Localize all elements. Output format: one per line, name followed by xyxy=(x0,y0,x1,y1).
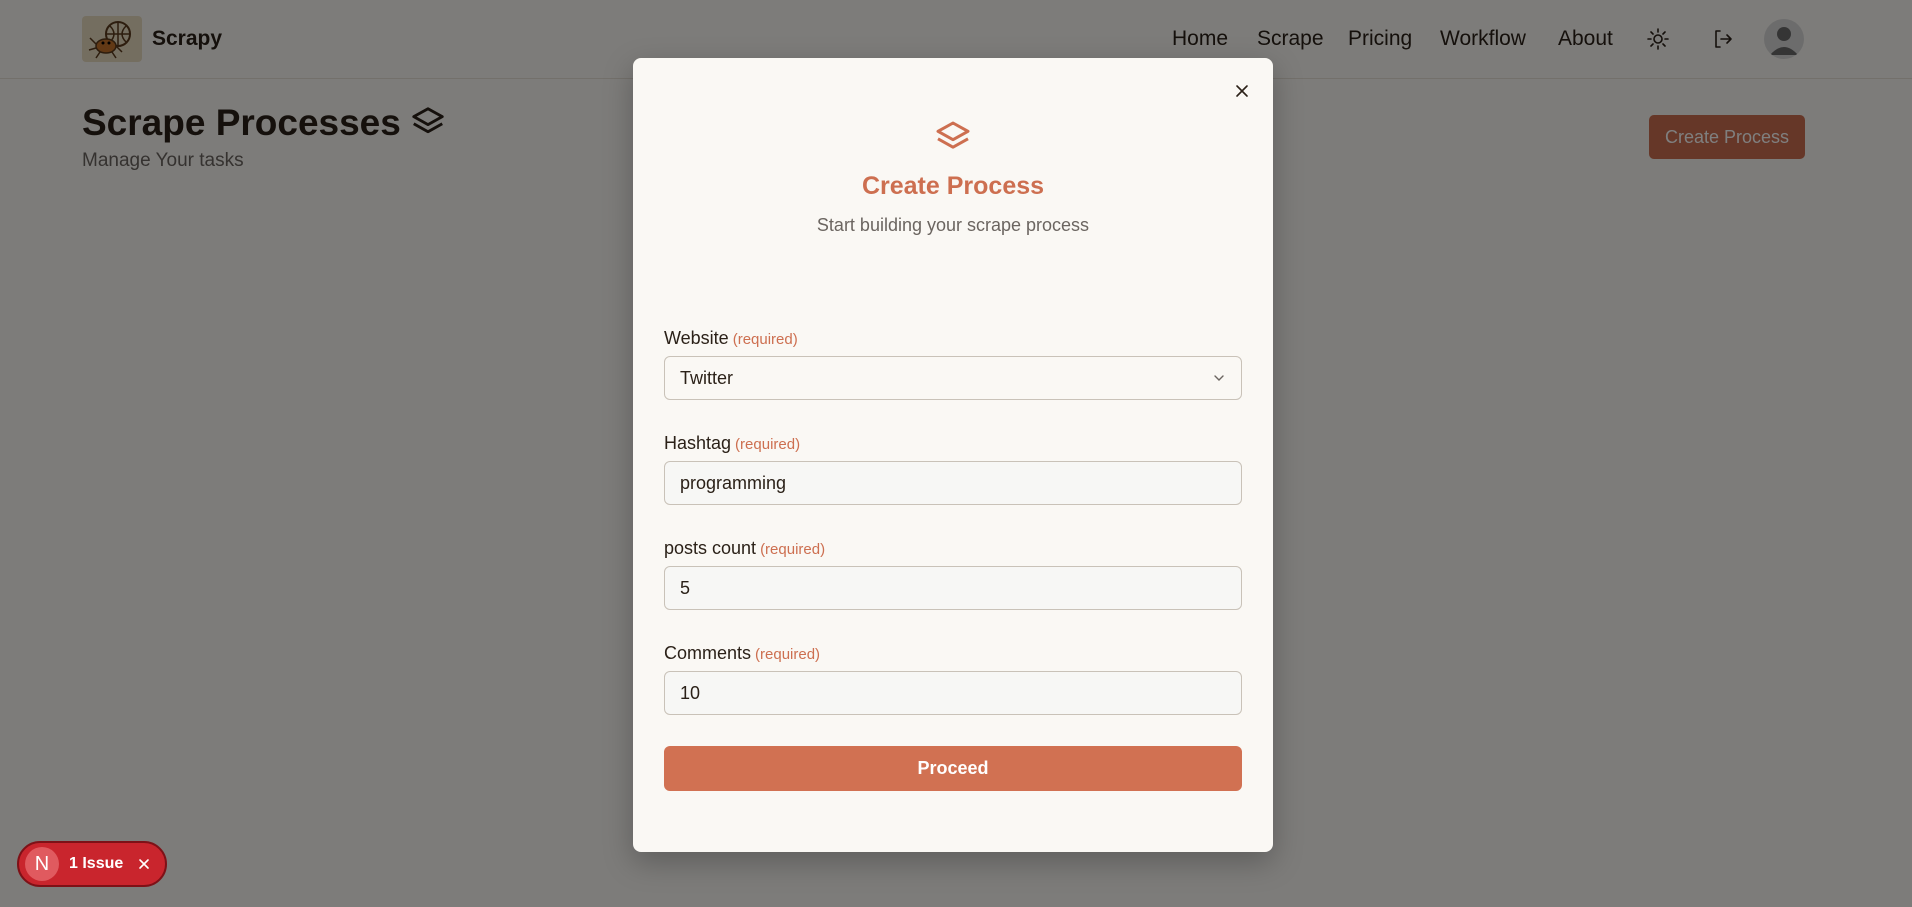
close-icon[interactable] xyxy=(1229,78,1255,104)
comments-label: Comments (required) xyxy=(664,643,820,664)
website-select[interactable]: Twitter xyxy=(664,356,1242,400)
issue-count-text[interactable]: 1 Issue xyxy=(69,855,123,873)
comments-label-text: Comments xyxy=(664,643,752,663)
required-tag: (required) xyxy=(755,646,821,663)
create-process-modal: Create Process Start building your scrap… xyxy=(633,58,1273,852)
posts-count-label: posts count (required) xyxy=(664,538,825,559)
required-tag: (required) xyxy=(735,436,801,453)
nextjs-logo-icon: N xyxy=(25,847,59,881)
proceed-button[interactable]: Proceed xyxy=(664,746,1242,791)
close-icon[interactable] xyxy=(137,857,151,871)
website-select-value: Twitter xyxy=(680,367,734,388)
hashtag-input[interactable] xyxy=(664,461,1242,505)
website-label: Website (required) xyxy=(664,328,798,349)
required-tag: (required) xyxy=(732,331,798,348)
comments-input[interactable] xyxy=(664,671,1242,715)
chevron-down-icon xyxy=(1214,375,1224,381)
hashtag-label-text: Hashtag xyxy=(664,433,732,453)
layers-icon xyxy=(936,121,970,149)
issue-badge[interactable]: N 1 Issue xyxy=(17,841,167,887)
posts-count-input[interactable] xyxy=(664,566,1242,610)
posts-count-label-text: posts count xyxy=(664,538,757,558)
hashtag-label: Hashtag (required) xyxy=(664,433,800,454)
modal-subtitle: Start building your scrape process xyxy=(816,215,1090,235)
modal-title: Create Process xyxy=(861,172,1045,200)
required-tag: (required) xyxy=(760,541,826,558)
website-label-text: Website xyxy=(664,328,729,348)
